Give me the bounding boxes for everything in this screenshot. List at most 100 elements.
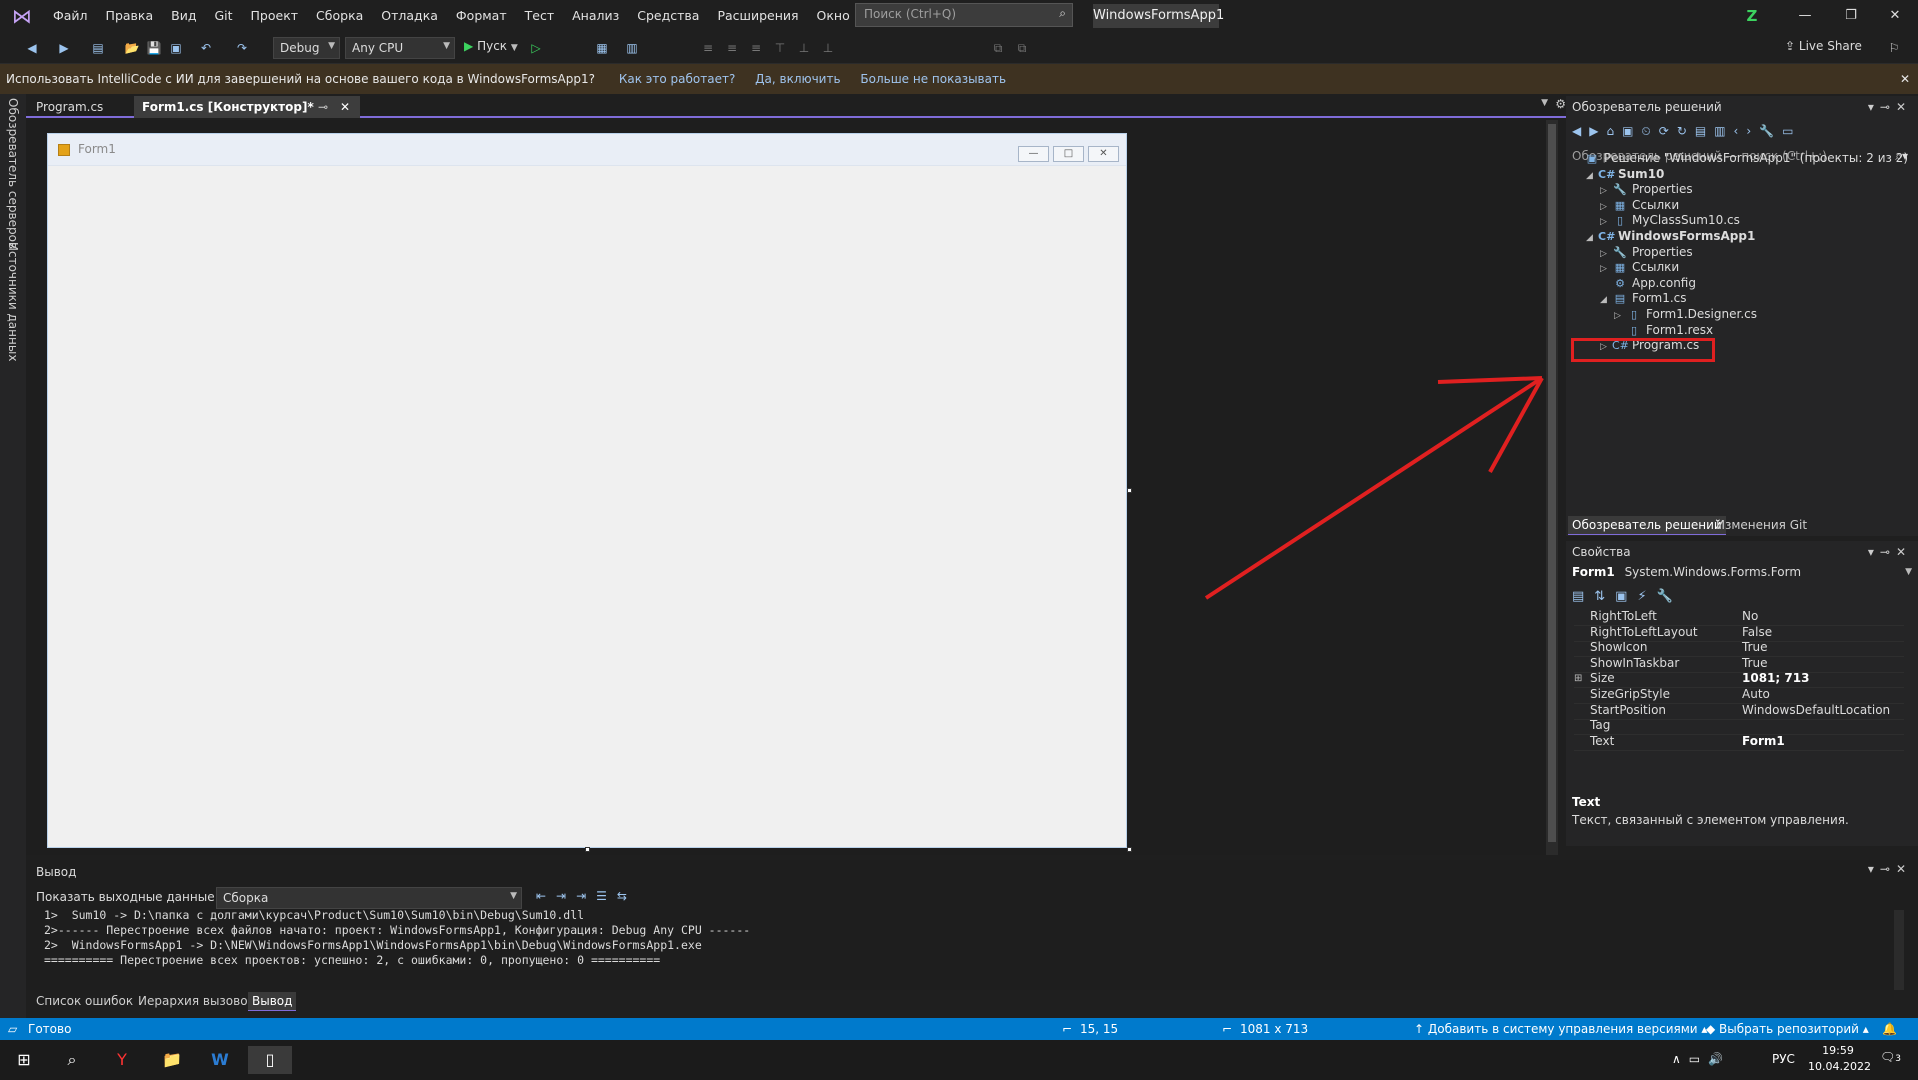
start-without-debugging-icon[interactable]: ▷ — [528, 40, 544, 56]
form-designer-window[interactable]: Form1 — □ ✕ — [47, 133, 1127, 848]
browser-link-icon[interactable]: ▦ — [594, 40, 610, 56]
align-center-icon[interactable]: ≡ — [724, 40, 740, 56]
menu-item-12[interactable]: Окно — [808, 0, 859, 32]
pin-icon[interactable]: ⊸ — [318, 96, 328, 118]
align-right-icon[interactable]: ≡ — [748, 40, 764, 56]
windows-start-icon[interactable]: ⊞ — [2, 1046, 46, 1074]
tab-git-changes[interactable]: Изменения Git — [1712, 516, 1811, 535]
tab-program-cs[interactable]: Program.cs — [28, 96, 111, 118]
menu-item-10[interactable]: Средства — [628, 0, 708, 32]
menu-item-9[interactable]: Анализ — [563, 0, 628, 32]
bring-front-icon[interactable]: ⧉ — [990, 40, 1006, 56]
tab-error-list[interactable]: Список ошибок — [32, 992, 137, 1011]
notepad-icon[interactable]: ▯ — [248, 1046, 292, 1074]
object-selector[interactable]: Form1 System.Windows.Forms.Form ▼ — [1572, 563, 1912, 582]
save-icon[interactable]: 💾 — [146, 40, 162, 56]
data-sources-tab[interactable]: Источники данных — [6, 242, 20, 361]
properties-toolbar[interactable]: ▤⇅▣⚡🔧 — [1572, 589, 1683, 604]
expander-icon[interactable]: ◢ — [1586, 167, 1598, 186]
search-placeholder: Поиск (Ctrl+Q) — [864, 7, 957, 21]
menu-item-8[interactable]: Тест — [516, 0, 563, 32]
form-icon — [58, 144, 70, 156]
select-repo-label: Выбрать репозиторий — [1719, 1022, 1859, 1036]
align-middle-icon[interactable]: ⊥ — [796, 40, 812, 56]
word-icon[interactable]: W — [198, 1046, 242, 1074]
layout-icon[interactable]: ▥ — [624, 40, 640, 56]
object-name: Form1 — [1572, 565, 1615, 579]
file-explorer-icon[interactable]: 📁 — [150, 1046, 194, 1074]
yandex-browser-icon[interactable]: Y — [100, 1046, 144, 1074]
tab-call-hierarchy[interactable]: Иерархия вызовов — [134, 992, 259, 1011]
align-left-icon[interactable]: ≡ — [700, 40, 716, 56]
save-all-icon[interactable]: ▣ — [168, 40, 184, 56]
avatar[interactable]: Z — [1742, 6, 1762, 26]
menu-item-7[interactable]: Формат — [447, 0, 516, 32]
designer-scrollbar[interactable] — [1546, 120, 1558, 855]
resize-handle-corner[interactable] — [1127, 847, 1132, 852]
send-back-icon[interactable]: ⧉ — [1014, 40, 1030, 56]
tray-icons[interactable]: ∧▭🔊 — [1672, 1052, 1731, 1066]
menu-item-4[interactable]: Проект — [242, 0, 308, 32]
resize-handle-bottom[interactable] — [585, 847, 590, 852]
close-icon[interactable]: ✕ — [340, 96, 350, 118]
output-scrollbar[interactable] — [1894, 910, 1904, 1000]
tree-item-label: Properties — [1632, 182, 1693, 197]
output-source-select[interactable]: Сборка ▼ — [216, 887, 522, 909]
navigate-forward-icon[interactable]: ▶ — [56, 40, 72, 56]
close-icon[interactable]: ✕ — [1900, 64, 1910, 94]
search-icon[interactable]: ⌕ — [50, 1046, 94, 1074]
clock[interactable]: 19:59 10.04.2022 — [1808, 1043, 1871, 1075]
select-repo-button[interactable]: ◆ Выбрать репозиторий ▴ — [1706, 1018, 1869, 1040]
menu-item-1[interactable]: Правка — [97, 0, 163, 32]
add-to-vcs-button[interactable]: ↑ Добавить в систему управления версиями… — [1414, 1018, 1707, 1040]
open-file-icon[interactable]: 📂 — [124, 40, 140, 56]
minimize-button[interactable]: — — [1782, 0, 1828, 32]
expander-icon[interactable]: ◢ — [1600, 291, 1612, 310]
new-project-icon[interactable]: ▤ — [90, 40, 106, 56]
align-top-icon[interactable]: ⊤ — [772, 40, 788, 56]
menu-item-6[interactable]: Отладка — [372, 0, 447, 32]
expander-icon[interactable]: ◢ — [1586, 229, 1598, 248]
platform-select[interactable]: Any CPU ▼ — [345, 37, 455, 59]
output-toolbar[interactable]: ⇤⇥⇥☰⇆ — [536, 889, 637, 903]
property-row[interactable]: Text Form1 — [1574, 732, 1904, 751]
tab-output[interactable]: Вывод — [248, 992, 297, 1011]
scrollbar-thumb[interactable] — [1548, 124, 1556, 842]
search-input[interactable]: Поиск (Ctrl+Q) ⌕ — [855, 3, 1073, 27]
redo-icon[interactable]: ↷ — [234, 40, 250, 56]
menu-item-5[interactable]: Сборка — [307, 0, 372, 32]
notifications-icon[interactable]: 🔔 — [1882, 1018, 1897, 1040]
solution-explorer-toolbar[interactable]: ◀▶⌂▣⏲⟳↻▤▥‹›🔧▭ — [1572, 124, 1801, 139]
panel-controls[interactable]: ▾⊸✕ — [1868, 541, 1912, 563]
chevron-down-icon: ▼ — [443, 41, 450, 51]
server-explorer-tab[interactable]: Обозреватель серверов — [6, 98, 20, 249]
tab-form1-designer[interactable]: Form1.cs [Конструктор]* ⊸ ✕ — [134, 96, 360, 118]
enable-link[interactable]: Да, включить — [755, 72, 840, 86]
configuration-select[interactable]: Debug ▼ — [273, 37, 340, 59]
panel-controls[interactable]: ▾⊸✕ — [1868, 96, 1912, 118]
start-button[interactable]: ▶ Пуск ▼ — [464, 39, 518, 53]
menu-item-0[interactable]: Файл — [44, 0, 97, 32]
tree-item-label: Решение "WindowsFormsApp1" (проекты: 2 и… — [1604, 151, 1909, 165]
menu-item-3[interactable]: Git — [205, 0, 241, 32]
menu-item-11[interactable]: Расширения — [708, 0, 807, 32]
undo-icon[interactable]: ↶ — [198, 40, 214, 56]
gear-icon[interactable]: ⚙ — [1555, 97, 1566, 111]
language-indicator[interactable]: РУС — [1772, 1052, 1795, 1066]
tab-solution-explorer[interactable]: Обозреватель решений — [1568, 516, 1726, 535]
menu-item-2[interactable]: Вид — [162, 0, 205, 32]
live-share-button[interactable]: ⇪ Live Share — [1785, 39, 1862, 53]
navigate-back-icon[interactable]: ◀ — [24, 40, 40, 56]
resize-handle-right[interactable] — [1127, 488, 1132, 493]
status-bar: ▱ Готово ⌐ 15, 15 ⌐ 1081 x 713 ↑ Добавит… — [0, 1018, 1918, 1040]
dont-show-link[interactable]: Больше не показывать — [860, 72, 1006, 86]
how-it-works-link[interactable]: Как это работает? — [619, 72, 735, 86]
action-center-icon[interactable]: 🗨3 — [1880, 1050, 1901, 1064]
property-value[interactable]: Form1 — [1742, 732, 1785, 751]
chevron-down-icon[interactable]: ▼ — [1541, 98, 1548, 108]
align-bottom-icon[interactable]: ⊥ — [820, 40, 836, 56]
feedback-icon[interactable]: ⚐ — [1886, 40, 1902, 56]
close-window-button[interactable]: ✕ — [1872, 0, 1918, 32]
restore-button[interactable]: ❐ — [1828, 0, 1874, 32]
panel-controls[interactable]: ▾⊸✕ — [1868, 862, 1912, 876]
